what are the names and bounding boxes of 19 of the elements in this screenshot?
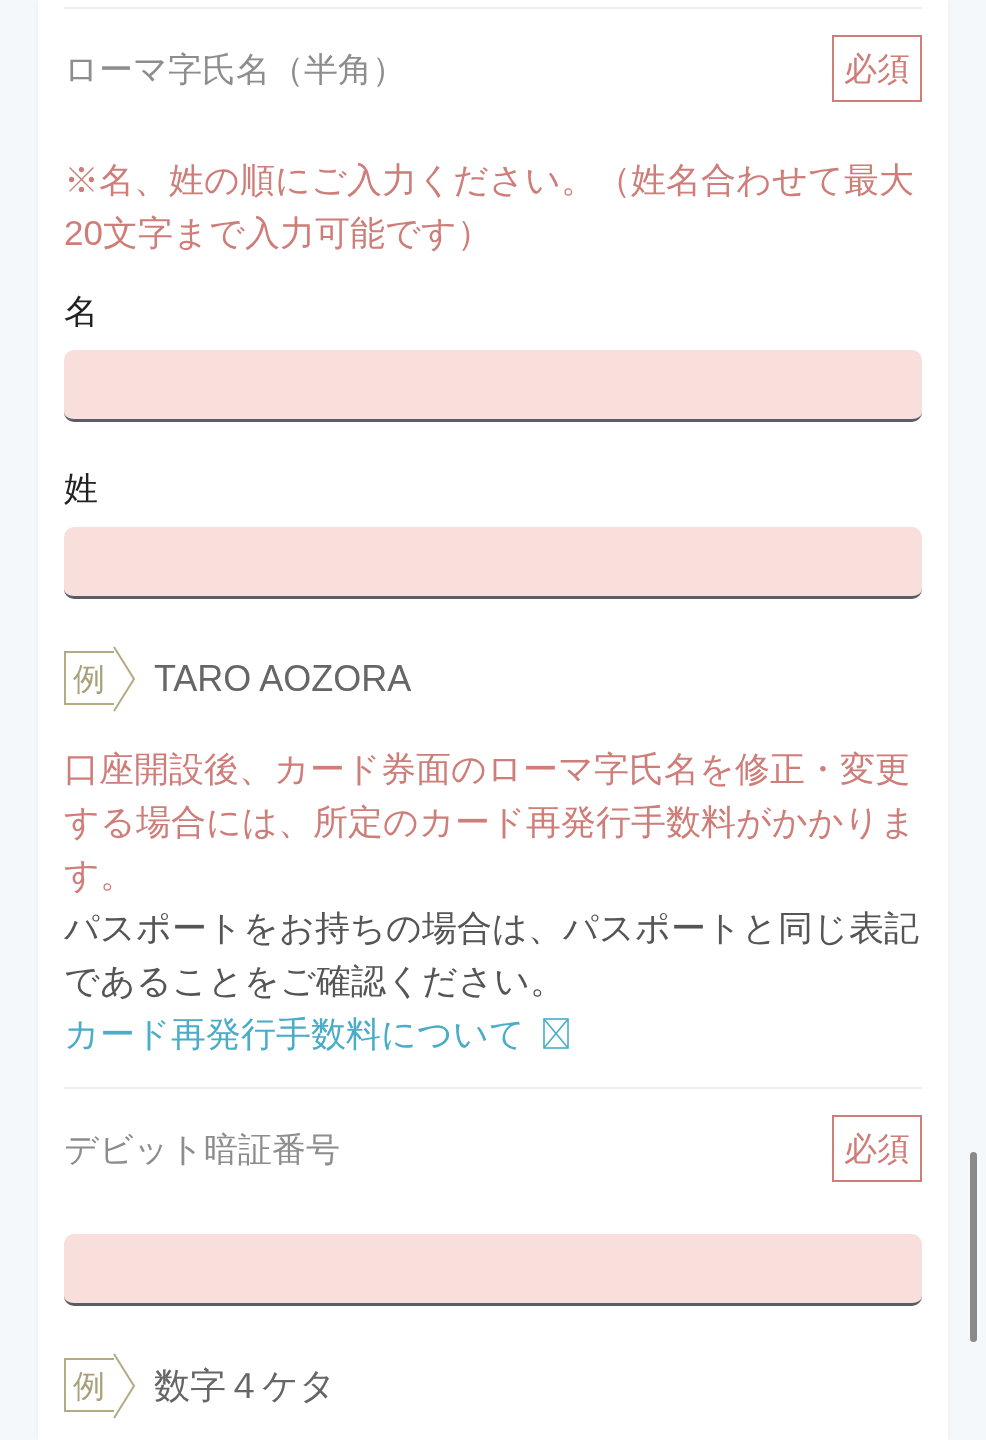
required-badge: 必須 <box>832 1115 922 1182</box>
text-input-field[interactable] <box>64 350 922 422</box>
example-text: 数字４ケタ <box>154 1364 336 1408</box>
field-label: 名 <box>64 291 98 332</box>
example-text: TARO AOZORA <box>154 657 412 701</box>
text-input-field[interactable] <box>64 527 922 599</box>
fee-link[interactable]: カード再発行手数料について <box>64 1007 569 1060</box>
example-tag: 例 <box>64 1353 136 1419</box>
required-badge: 必須 <box>832 35 922 102</box>
info-text: パスポートをお持ちの場合は、パスポートと同じ表記であることをご確認ください。 <box>64 907 920 1002</box>
crossed-box-icon <box>543 1018 569 1049</box>
section-title: ローマ字氏名（半角） <box>64 48 406 90</box>
note-text: ※名、姓の順にご入力ください。（姓名合わせて最大20文字まで入力可能です） <box>64 159 915 254</box>
example-tag: 例 <box>64 646 136 712</box>
field-label: 姓 <box>64 468 98 509</box>
warning-text: 口座開設後、カード券面のローマ字氏名を修正・変更する場合には、所定のカード再発行手数料がかかります。 <box>64 748 917 896</box>
text-input-field[interactable] <box>64 1234 922 1306</box>
scrollbar-thumb[interactable] <box>970 1152 977 1342</box>
section-title: デビット暗証番号 <box>64 1128 340 1170</box>
